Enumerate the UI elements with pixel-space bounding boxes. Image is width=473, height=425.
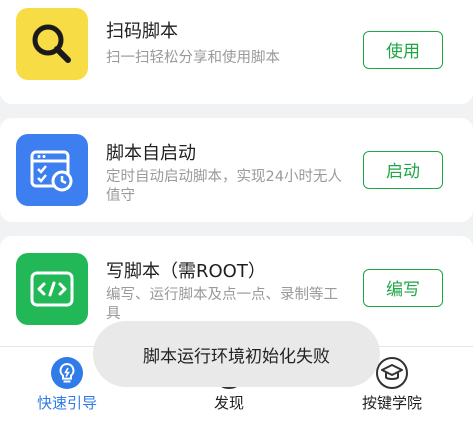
code-icon: [16, 253, 88, 325]
nav-label: 快速引导: [36, 394, 97, 412]
use-button[interactable]: 使用: [363, 31, 443, 69]
bulb-icon: [51, 357, 83, 389]
card-description: 扫一扫轻松分享和使用脚本: [106, 50, 280, 66]
scan-script-card: 扫码脚本 扫一扫轻松分享和使用脚本 使用: [0, 0, 473, 104]
toast-message: 脚本运行环境初始化失败: [93, 321, 380, 387]
card-description: 编写、运行脚本及点一点、录制等工具: [106, 287, 338, 322]
write-button[interactable]: 编写: [363, 269, 443, 307]
magnifier-icon: [16, 8, 88, 80]
card-title: 写脚本（需ROOT）: [106, 261, 266, 282]
graduation-cap-icon: [376, 357, 408, 389]
calendar-clock-icon: [16, 134, 88, 206]
start-button[interactable]: 启动: [363, 151, 443, 189]
nav-label: 发现: [213, 394, 244, 412]
card-title: 扫码脚本: [106, 21, 178, 42]
card-title: 脚本自启动: [106, 143, 196, 164]
nav-label: 按键学院: [361, 394, 422, 412]
auto-start-card: 脚本自启动 定时自动启动脚本，实现24小时无人值守 启动: [0, 118, 473, 222]
card-description: 定时自动启动脚本，实现24小时无人值守: [106, 169, 342, 204]
